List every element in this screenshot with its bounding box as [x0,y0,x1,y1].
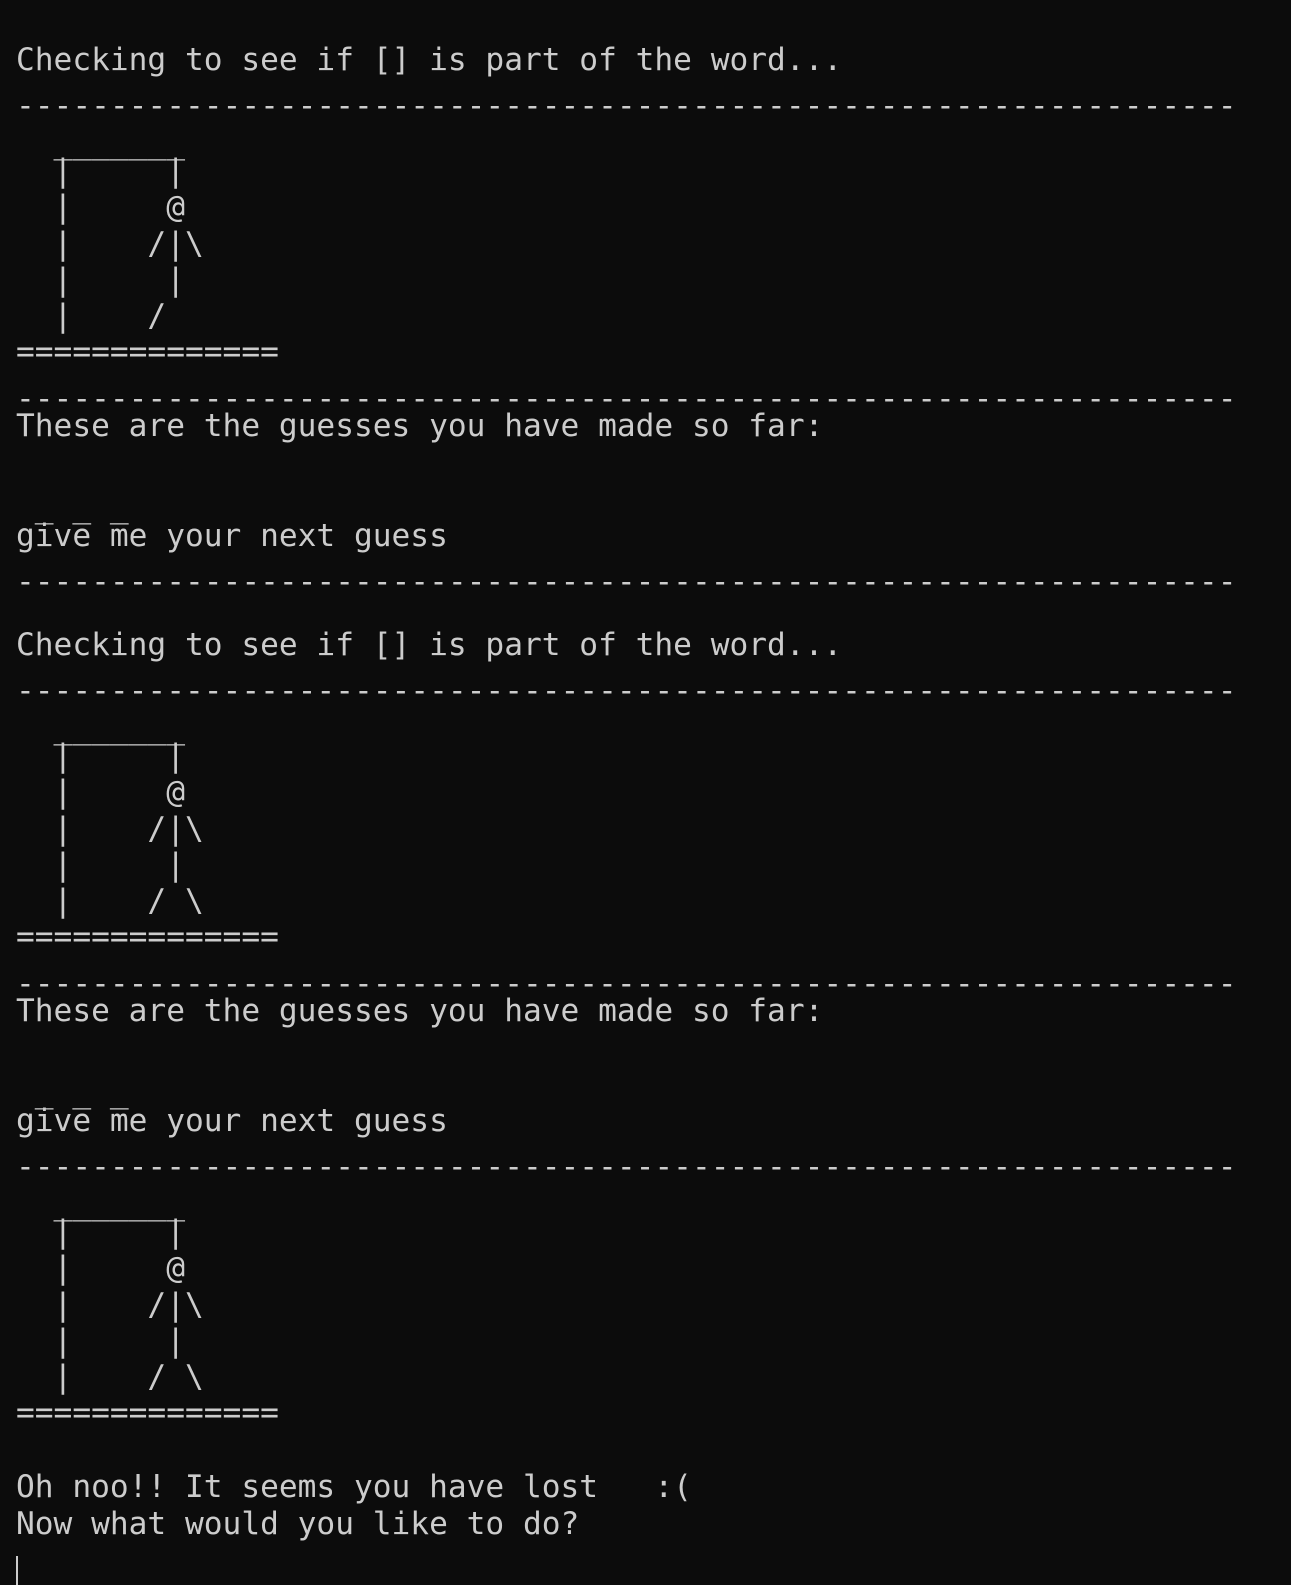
text-cursor[interactable] [16,1556,18,1585]
gallows-head-line: | @ [16,189,185,225]
status-message: Checking to see if [] is part of the wor… [16,627,843,663]
gallows-rope-line: | | [16,738,185,774]
gallows-legs-line: | / \ [16,883,204,919]
gallows-base: ============== [16,334,279,370]
gallows-body-line: | | [16,262,185,298]
gallows-rope-line: | | [16,153,185,189]
game-over-message: Oh noo!! It seems you have lost :( [16,1469,692,1505]
gallows-legs-line: | / [16,298,167,334]
guess-prompt: give me your next guess [16,1103,448,1139]
gallows-arms-line: | /|\ [16,1287,204,1323]
gallows-body-line: | | [16,1323,185,1359]
guesses-heading: These are the guesses you have made so f… [16,993,824,1029]
gallows-body-line: | | [16,847,185,883]
separator-dashes: ----------------------------------------… [16,673,1237,709]
guess-prompt: give me your next guess [16,518,448,554]
status-message: Checking to see if [] is part of the wor… [16,42,843,78]
separator-dashes: ----------------------------------------… [16,564,1237,600]
gallows-arms-line: | /|\ [16,811,204,847]
gallows-base: ============== [16,1395,279,1431]
gallows-base: ============== [16,919,279,955]
gallows-legs-line: | / \ [16,1359,204,1395]
gallows-head-line: | @ [16,1250,185,1286]
terminal-window[interactable]: Checking to see if [] is part of the wor… [0,0,1291,1585]
guesses-heading: These are the guesses you have made so f… [16,408,824,444]
separator-dashes: ----------------------------------------… [16,88,1237,124]
gallows-arms-line: | /|\ [16,226,204,262]
separator-dashes: ----------------------------------------… [16,1149,1237,1185]
gallows-head-line: | @ [16,774,185,810]
next-action-prompt: Now what would you like to do? [16,1506,580,1542]
gallows-rope-line: | | [16,1214,185,1250]
